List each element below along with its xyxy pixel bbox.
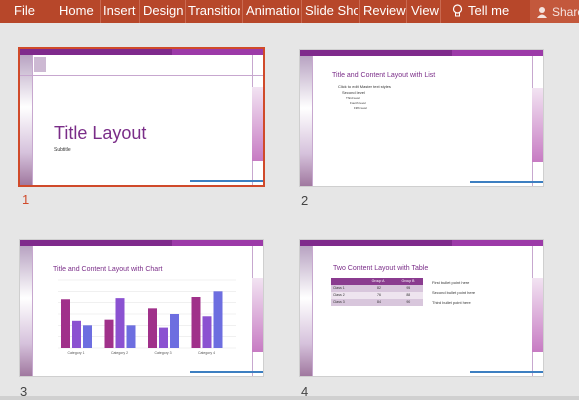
x-tick-label: Category 3 xyxy=(154,351,171,355)
tab-divider xyxy=(185,0,186,23)
bullet-level-2: Second level xyxy=(342,90,365,95)
slide-title: Title and Content Layout with List xyxy=(332,72,436,79)
tab-review[interactable]: Review xyxy=(363,3,406,19)
table-header: Group A xyxy=(371,279,385,283)
chart-bar xyxy=(72,320,81,348)
x-tick-label: Category 4 xyxy=(198,351,215,355)
tab-transitions[interactable]: Transitions xyxy=(188,3,240,19)
slide-title: Title and Content Layout with Chart xyxy=(53,266,163,273)
bullet-point: First bullet point here xyxy=(432,280,470,285)
tell-me-box[interactable]: Tell me xyxy=(452,3,509,18)
bullet-level-1: Click to edit Master text styles xyxy=(338,84,391,89)
tab-file[interactable]: File xyxy=(14,3,35,19)
tab-view[interactable]: View xyxy=(411,3,439,19)
tell-me-label: Tell me xyxy=(468,3,510,18)
tab-insert[interactable]: Insert xyxy=(103,3,136,19)
table-row: Class 1 82 95 xyxy=(331,285,423,292)
person-icon xyxy=(537,6,547,18)
x-tick-label: Category 1 xyxy=(67,351,84,355)
bullet-level-5: Fifth level xyxy=(354,106,367,110)
share-label: Share xyxy=(552,4,579,19)
table-row: Class 2 76 88 xyxy=(331,292,423,299)
x-tick-label: Category 2 xyxy=(111,351,128,355)
tab-divider xyxy=(406,0,407,23)
tab-slide-show[interactable]: Slide Show xyxy=(305,3,358,19)
table-row: Class 3 84 90 xyxy=(331,299,423,306)
chart-bar xyxy=(61,299,70,348)
chart-bar xyxy=(115,298,125,348)
chart-bar xyxy=(213,291,223,348)
tab-divider xyxy=(359,0,360,23)
lightbulb-icon xyxy=(452,3,463,16)
chart-bar xyxy=(170,314,179,348)
chart-bar xyxy=(126,325,136,348)
slide-number: 1 xyxy=(22,192,30,207)
status-bar xyxy=(0,396,579,400)
tab-home[interactable]: Home xyxy=(59,3,94,19)
tab-design[interactable]: Design xyxy=(143,3,183,19)
ribbon-tab-bar: File Home Insert Design Transitions Anim… xyxy=(0,0,579,23)
table-header: Group B xyxy=(401,279,415,283)
slide-number: 2 xyxy=(301,193,309,208)
slide-title: Two Content Layout with Table xyxy=(333,265,429,272)
slide-thumbnail-1[interactable]: Title Layout Subtitle xyxy=(20,49,263,185)
slide-sorter: Title Layout Subtitle 1 Title and Conten… xyxy=(0,23,579,400)
tab-animations[interactable]: Animations xyxy=(246,3,299,19)
slide-thumbnail-2[interactable]: Title and Content Layout with List Click… xyxy=(300,50,543,186)
tab-divider xyxy=(242,0,243,23)
bullet-point: Second bullet point here xyxy=(432,290,476,295)
chart-bar xyxy=(104,319,114,348)
chart-bar xyxy=(159,327,168,348)
data-table: Group A Group B Class 1 82 95 Class 2 76… xyxy=(331,278,423,306)
chart-bar xyxy=(191,297,201,348)
slide-thumbnail-4[interactable]: Two Content Layout with Table Group A Gr… xyxy=(300,240,543,376)
chart-bar xyxy=(148,308,157,348)
tab-divider xyxy=(301,0,302,23)
chart-bar xyxy=(83,325,92,348)
tab-divider xyxy=(440,0,441,23)
slide-thumbnail-3[interactable]: Title and Content Layout with Chart Cate… xyxy=(20,240,263,376)
tab-divider xyxy=(139,0,140,23)
bar-chart: Category 1 Category 2 Category 3 Category 4 xyxy=(58,279,236,355)
chart-bar xyxy=(202,316,212,348)
slide-title: Title Layout xyxy=(54,123,147,143)
slide-subtitle: Subtitle xyxy=(54,147,71,153)
tab-divider xyxy=(100,0,101,23)
share-button[interactable]: Share xyxy=(530,0,579,23)
bullet-point: Third bullet point here xyxy=(432,300,471,305)
